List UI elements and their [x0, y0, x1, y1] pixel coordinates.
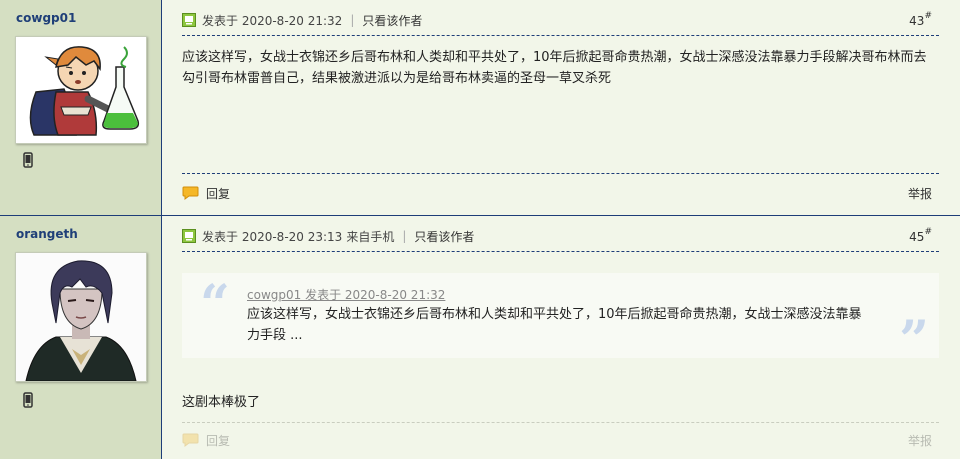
post-meta: 发表于 2020-8-20 23:13 来自手机 | 只看该作者	[182, 227, 474, 245]
post-43: cowgp01 发表于 2020-8-20 21:32 | 只看该作者 43# …	[0, 0, 960, 216]
floor-value: 43	[909, 14, 925, 28]
post-content: 这剧本棒极了	[182, 395, 261, 410]
author-sidebar: cowgp01	[0, 0, 162, 216]
post-main: 发表于 2020-8-20 21:32 | 只看该作者 43# 应该这样写，女战…	[163, 0, 960, 216]
open-quote-icon: “	[200, 274, 230, 335]
floor-mark: #	[924, 11, 932, 21]
quote-block: “ cowgp01 发表于 2020-8-20 21:32 应该这样写，女战士衣…	[182, 273, 939, 367]
floor-mark: #	[924, 227, 932, 237]
report-button[interactable]: 举报	[908, 185, 932, 202]
post-time: 发表于 2020-8-20 23:13	[202, 229, 343, 244]
reply-button[interactable]: 回复	[182, 185, 230, 202]
post-content: 应该这样写，女战士衣锦还乡后哥布林和人类却和平共处了，10年后掀起哥命贵热潮，女…	[182, 50, 927, 86]
reply-label: 回复	[206, 433, 231, 448]
reply-button[interactable]: 回复	[182, 432, 230, 449]
post-actions: 回复 举报	[182, 431, 932, 449]
meta-separator: |	[350, 13, 355, 27]
only-author-link[interactable]: 只看该作者	[414, 228, 474, 245]
divider	[182, 35, 939, 36]
post-actions: 回复 举报	[182, 184, 932, 202]
author-username[interactable]: cowgp01	[16, 11, 76, 25]
author-username[interactable]: orangeth	[16, 227, 78, 241]
post-45: orangeth 发表于 2020-8-20 23:13 来自手机 | 只看该作…	[0, 215, 960, 459]
divider	[182, 173, 939, 174]
avatar-image	[16, 37, 146, 143]
floor-number[interactable]: 45#	[909, 227, 932, 244]
online-status-icon	[182, 229, 196, 243]
reply-bubble-icon	[182, 186, 199, 200]
quote-body: 应该这样写，女战士衣锦还乡后哥布林和人类却和平共处了，10年后掀起哥命贵热潮，女…	[247, 307, 862, 343]
mobile-phone-icon	[23, 392, 33, 408]
post-meta: 发表于 2020-8-20 21:32 | 只看该作者	[182, 11, 422, 29]
meta-separator: |	[402, 229, 407, 243]
reply-label: 回复	[206, 186, 231, 201]
reply-bubble-icon	[182, 433, 199, 447]
post-time: 发表于 2020-8-20 21:32	[202, 13, 343, 28]
avatar[interactable]	[15, 252, 147, 382]
avatar-image	[16, 253, 146, 381]
online-status-icon	[182, 13, 196, 27]
floor-value: 45	[909, 230, 925, 244]
post-main: 发表于 2020-8-20 23:13 来自手机 | 只看该作者 45# “ c…	[163, 216, 960, 459]
quote-source-link[interactable]: cowgp01 发表于 2020-8-20 21:32	[247, 286, 445, 303]
close-quote-icon: ”	[899, 310, 929, 371]
only-author-link[interactable]: 只看该作者	[362, 12, 422, 29]
mobile-phone-icon	[23, 152, 33, 168]
divider	[182, 251, 939, 252]
floor-number[interactable]: 43#	[909, 11, 932, 28]
author-sidebar: orangeth	[0, 216, 162, 459]
avatar[interactable]	[15, 36, 147, 144]
post-source: 来自手机	[346, 229, 395, 244]
divider	[182, 422, 939, 423]
report-button[interactable]: 举报	[908, 432, 932, 449]
